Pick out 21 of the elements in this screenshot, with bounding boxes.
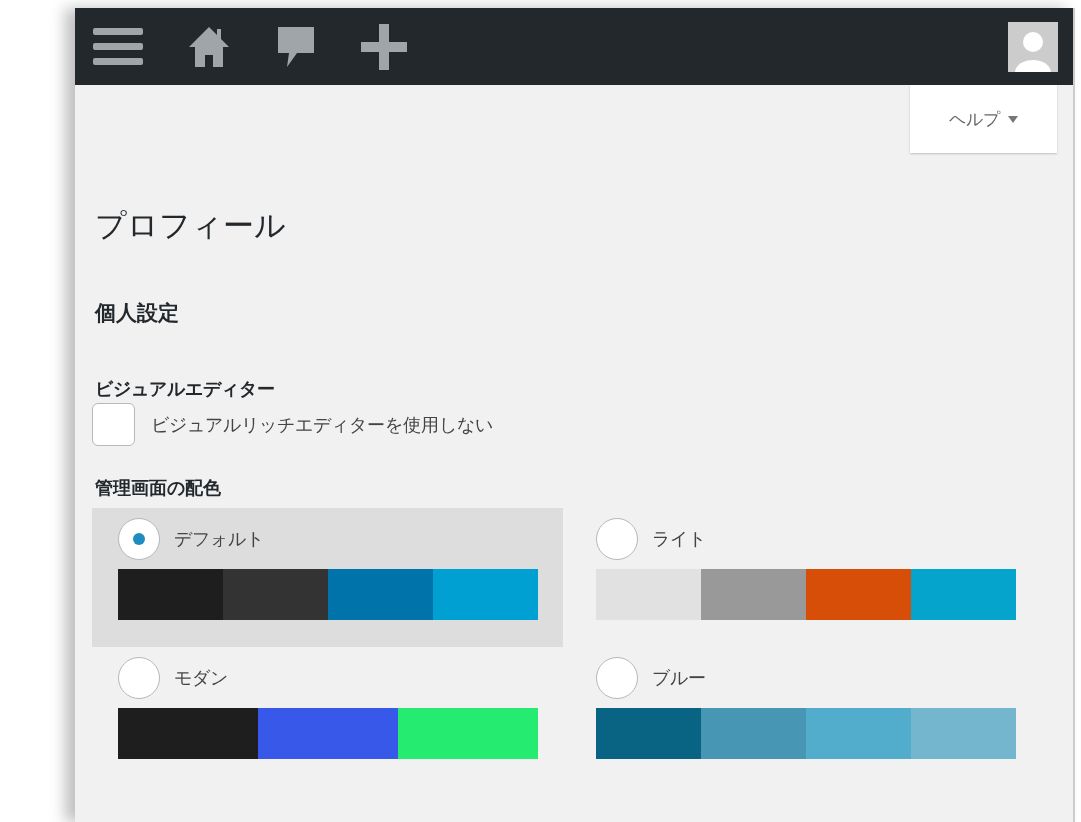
field-label: ビジュアルエディター bbox=[95, 377, 276, 401]
radio-button[interactable] bbox=[596, 657, 638, 699]
home-icon[interactable] bbox=[187, 24, 231, 69]
checkbox-label: ビジュアルリッチエディターを使用しない bbox=[151, 412, 493, 437]
plus-icon[interactable] bbox=[361, 23, 407, 70]
caret-icon bbox=[1008, 115, 1018, 123]
checkbox[interactable] bbox=[92, 403, 135, 446]
help-button[interactable]: ヘルプ bbox=[910, 85, 1057, 153]
scheme-label: ライト bbox=[652, 527, 706, 551]
section-heading: 個人設定 bbox=[95, 300, 180, 327]
scheme-label: モダン bbox=[174, 666, 228, 690]
scheme-label: デフォルト bbox=[174, 527, 264, 551]
speech-bubble-icon[interactable] bbox=[275, 24, 317, 69]
menu-icon[interactable] bbox=[93, 25, 143, 68]
selected-scheme-panel[interactable]: デフォルト bbox=[92, 508, 563, 647]
field-label: 管理画面の配色 bbox=[95, 476, 222, 500]
radio-button[interactable] bbox=[118, 657, 160, 699]
radio-button[interactable] bbox=[118, 518, 160, 560]
scheme-label: ブルー bbox=[652, 666, 706, 690]
page-title: プロフィール bbox=[95, 206, 287, 245]
radio-button[interactable] bbox=[596, 518, 638, 560]
